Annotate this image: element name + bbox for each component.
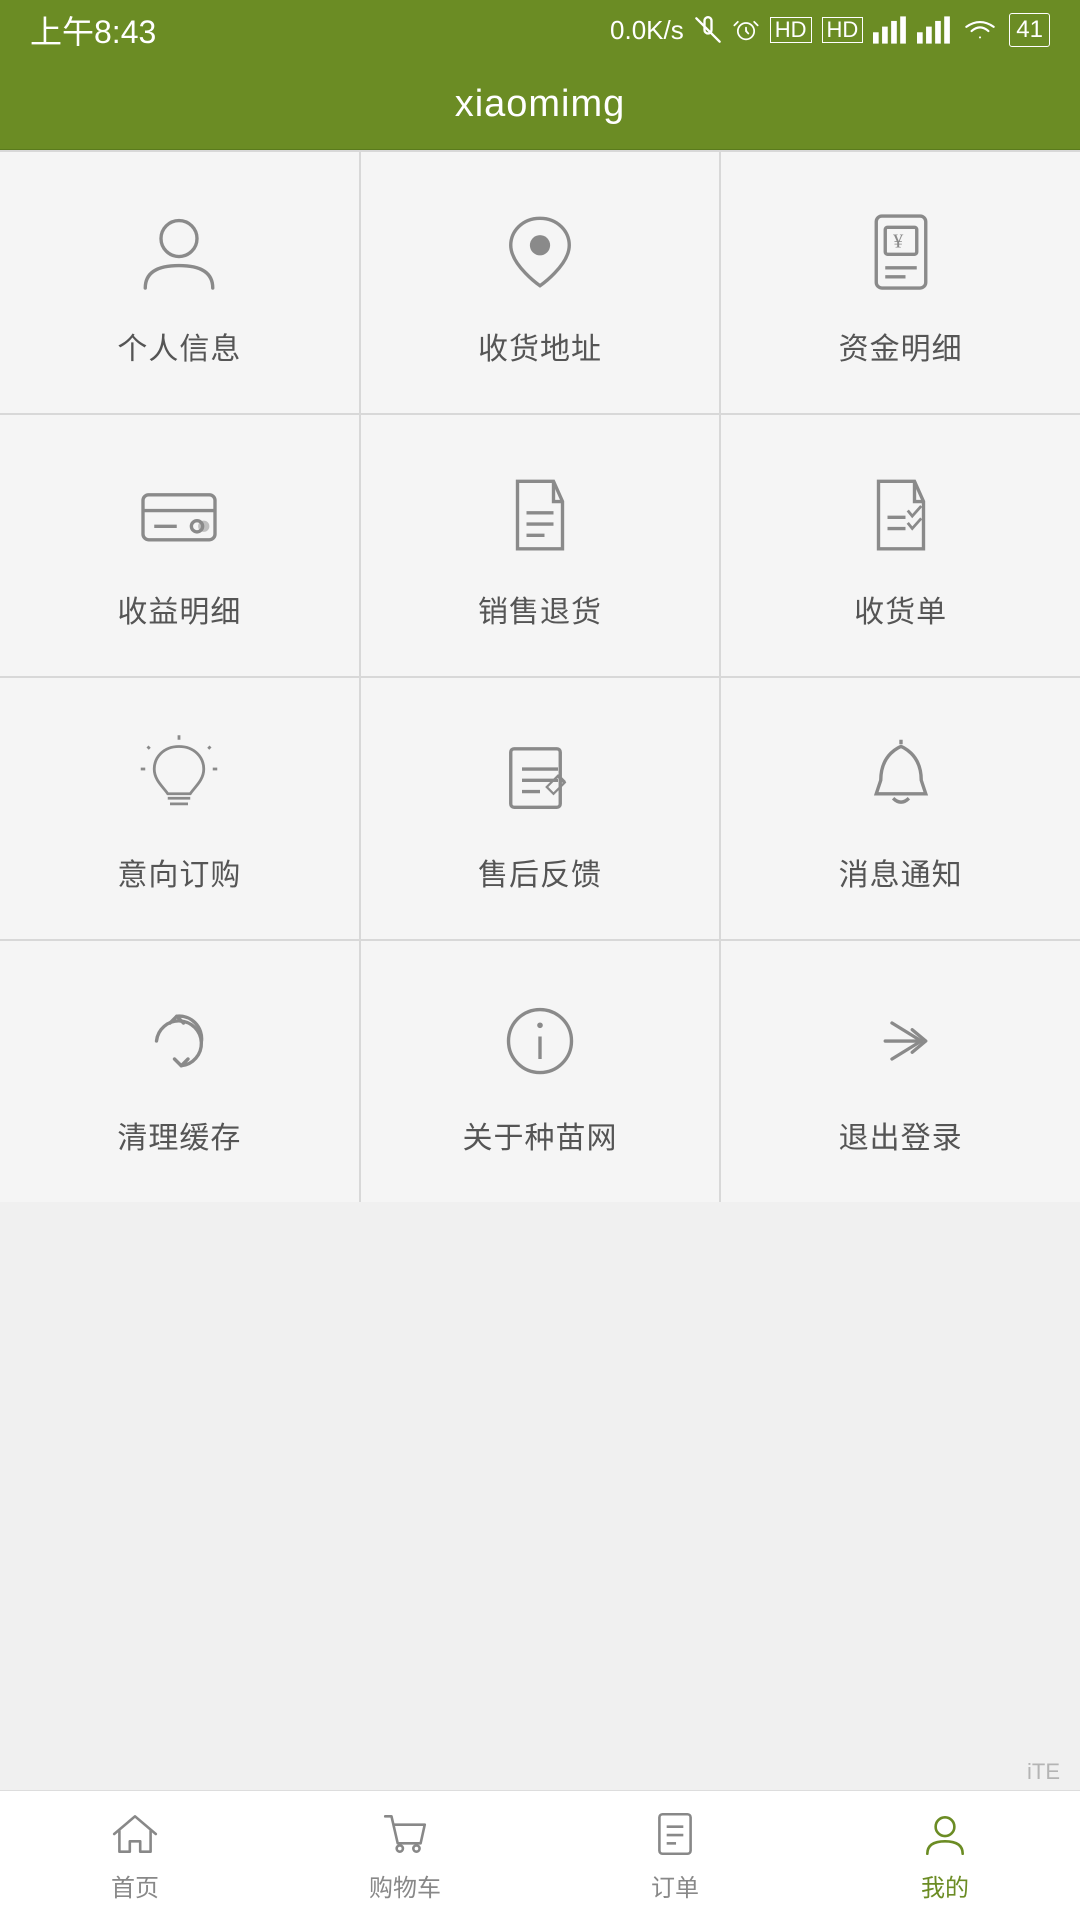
- menu-item-fund-detail[interactable]: ¥ 资金明细: [721, 152, 1080, 413]
- menu-item-logout[interactable]: 退出登录: [721, 941, 1080, 1202]
- hd-badge-2: HD: [822, 17, 864, 43]
- refresh-icon: [129, 991, 229, 1091]
- menu-label-shipping-address: 收货地址: [478, 324, 602, 368]
- person-icon: [129, 202, 229, 302]
- nav-item-profile[interactable]: 我的: [810, 1791, 1080, 1920]
- info-circle-icon: [490, 991, 590, 1091]
- signal-icon: [873, 16, 907, 44]
- nav-item-orders[interactable]: 订单: [540, 1791, 810, 1920]
- home-nav-icon: [109, 1808, 161, 1860]
- phone-pay-icon: ¥: [851, 202, 951, 302]
- menu-label-logout: 退出登录: [839, 1113, 963, 1157]
- title-bar: xiaomimg: [0, 60, 1080, 150]
- edit-doc-icon: [490, 728, 590, 828]
- status-bar: 上午8:43 0.0K/s HD HD 41: [0, 0, 1080, 60]
- menu-label-revenue-detail: 收益明细: [117, 587, 241, 631]
- menu-item-clear-cache[interactable]: 清理缓存: [0, 941, 359, 1202]
- menu-label-personal-info: 个人信息: [117, 324, 241, 368]
- menu-item-notification[interactable]: 消息通知: [721, 678, 1080, 939]
- location-icon: [490, 202, 590, 302]
- bulb-icon: [129, 728, 229, 828]
- menu-label-fund-detail: 资金明细: [839, 324, 963, 368]
- mute-icon: [694, 16, 722, 44]
- menu-item-intent-order[interactable]: 意向订购: [0, 678, 359, 939]
- menu-label-sales-return: 销售退货: [478, 587, 602, 631]
- bell-icon: [851, 728, 951, 828]
- nav-item-cart[interactable]: 购物车: [270, 1791, 540, 1920]
- signal-icon-2: [917, 16, 951, 44]
- cart-nav-icon: [379, 1808, 431, 1860]
- status-icons: 0.0K/s HD HD 41: [610, 13, 1050, 47]
- document-check-icon: [851, 465, 951, 565]
- menu-label-after-sale: 售后反馈: [478, 850, 602, 894]
- menu-item-sales-return[interactable]: 销售退货: [361, 415, 720, 676]
- watermark: iTE: [1027, 1759, 1060, 1785]
- menu-item-about[interactable]: 关于种苗网: [361, 941, 720, 1202]
- nav-label-profile: 我的: [921, 1868, 969, 1903]
- network-speed: 0.0K/s: [610, 15, 684, 46]
- menu-label-clear-cache: 清理缓存: [117, 1113, 241, 1157]
- menu-label-receipt: 收货单: [854, 587, 947, 631]
- menu-item-revenue-detail[interactable]: 收益明细: [0, 415, 359, 676]
- menu-label-intent-order: 意向订购: [117, 850, 241, 894]
- wifi-icon: [961, 16, 999, 44]
- alarm-icon: [732, 16, 760, 44]
- hd-badge-1: HD: [770, 17, 812, 43]
- menu-label-notification: 消息通知: [839, 850, 963, 894]
- username-title: xiaomimg: [455, 83, 626, 126]
- svg-text:¥: ¥: [893, 231, 904, 253]
- nav-item-home[interactable]: 首页: [0, 1791, 270, 1920]
- share-icon: [851, 991, 951, 1091]
- menu-item-receipt[interactable]: 收货单: [721, 415, 1080, 676]
- menu-grid: 个人信息 收货地址 ¥ 资金明细: [0, 150, 1080, 1202]
- nav-label-home: 首页: [111, 1868, 159, 1903]
- menu-label-about: 关于种苗网: [462, 1113, 617, 1157]
- orders-nav-icon: [649, 1808, 701, 1860]
- card-icon: [129, 465, 229, 565]
- nav-label-orders: 订单: [651, 1868, 699, 1903]
- menu-item-personal-info[interactable]: 个人信息: [0, 152, 359, 413]
- battery-icon: 41: [1009, 13, 1050, 47]
- menu-item-after-sale[interactable]: 售后反馈: [361, 678, 720, 939]
- document-lines-icon: [490, 465, 590, 565]
- status-time: 上午8:43: [30, 7, 156, 53]
- menu-item-shipping-address[interactable]: 收货地址: [361, 152, 720, 413]
- bottom-nav: 首页 购物车 订单 我的: [0, 1790, 1080, 1920]
- nav-label-cart: 购物车: [369, 1868, 441, 1903]
- empty-area: [0, 1202, 1080, 1822]
- profile-nav-icon: [919, 1808, 971, 1860]
